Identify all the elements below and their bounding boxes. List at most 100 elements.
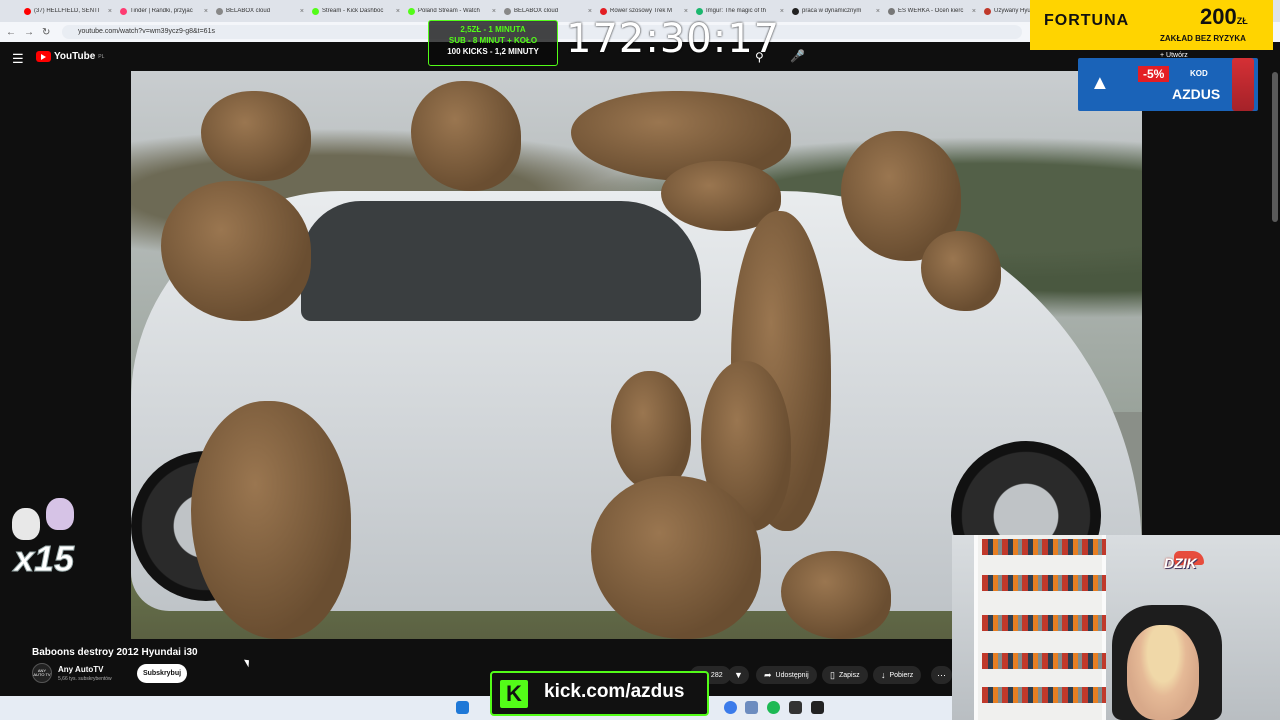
tab-title: Stream - Kick Dashboc	[322, 8, 384, 14]
spotify-taskbar-icon[interactable]	[767, 701, 780, 714]
bookmark-icon: ▯	[830, 669, 835, 680]
tab-close-icon[interactable]: ×	[396, 8, 400, 15]
thumbs-down-icon: ▼	[734, 670, 743, 680]
fortuna-subtitle: ZAKŁAD BEZ RYZYKA	[1160, 34, 1246, 43]
webcam-streamer	[1127, 625, 1199, 720]
kick-url: kick.com/azdus	[544, 681, 685, 702]
more-actions-button[interactable]: ⋯	[931, 666, 952, 684]
browser-tab[interactable]: Tinder | Randki, przyjac ×	[116, 0, 212, 22]
browser-tab[interactable]: BELABOX cloud ×	[212, 0, 308, 22]
subgoal-line-1: 2,5ZŁ - 1 MINUTA	[460, 25, 526, 34]
browser-tab[interactable]: praca w dynamicznym ×	[788, 0, 884, 22]
tab-title: BELABOX cloud	[514, 8, 559, 14]
cats-emote	[12, 498, 82, 540]
channel-name[interactable]: Any AutoTV	[58, 665, 103, 674]
tab-close-icon[interactable]: ×	[684, 8, 688, 15]
tab-title: ES WERKA - Oceń kierc	[898, 8, 964, 14]
tab-title: Rower szosowy Trek M	[610, 8, 673, 14]
fortuna-amount: 200ZŁ	[1200, 4, 1248, 30]
tab-favicon-icon	[984, 7, 991, 15]
tab-favicon-icon	[888, 7, 895, 15]
energy-drink-can-icon	[1232, 58, 1254, 111]
subgoal-overlay: 2,5ZŁ - 1 MINUTA SUB - 8 MINUT + KOŁO 10…	[428, 20, 558, 66]
browser-tab[interactable]: Poland Stream - Watch ×	[404, 0, 500, 22]
fortuna-ad-banner: FORTUNA 200ZŁ ZAKŁAD BEZ RYZYKA	[1030, 0, 1273, 50]
subgoal-line-3: 100 KICKS - 1,2 MINUTY	[447, 47, 539, 56]
discount-code-banner: ▲ -5% KOD AZDUS	[1078, 58, 1258, 111]
dislike-button[interactable]: ▼	[728, 666, 749, 684]
webcam-shelf	[974, 535, 1106, 720]
tab-favicon-icon	[120, 7, 127, 15]
share-label: Udostępnij	[775, 671, 809, 679]
back-arrow-icon[interactable]: ←	[6, 27, 16, 38]
channel-subscribers: 5,66 tys. subskrybentów	[58, 676, 112, 682]
subathon-timer: 172:30:17	[566, 16, 781, 62]
shelf-row	[982, 615, 1106, 631]
tab-close-icon[interactable]: ×	[300, 8, 304, 15]
download-button[interactable]: ↓ Pobierz	[873, 666, 922, 684]
video-car-window	[301, 201, 701, 321]
forward-arrow-icon[interactable]: →	[24, 27, 34, 38]
fortuna-currency: ZŁ	[1236, 16, 1248, 26]
tab-favicon-icon	[24, 7, 31, 15]
tab-title: BELABOX cloud	[226, 8, 271, 14]
microphone-icon[interactable]: 🎤	[790, 49, 805, 63]
discount-percent: -5%	[1138, 66, 1170, 82]
browser-tab[interactable]: (37) HELLFIELD, SENTI ×	[20, 0, 116, 22]
download-label: Pobierz	[889, 671, 914, 679]
tab-close-icon[interactable]: ×	[588, 8, 592, 15]
subscribe-button[interactable]: Subskrybuj	[137, 664, 187, 683]
channel-avatar[interactable]: ANY AUTO TV	[32, 663, 52, 683]
tab-favicon-icon	[312, 7, 319, 15]
tab-favicon-icon	[792, 7, 799, 15]
tab-close-icon[interactable]: ×	[108, 8, 112, 15]
menu-icon[interactable]: ☰	[12, 51, 24, 67]
explorer-taskbar-icon[interactable]	[745, 701, 758, 714]
terminal-taskbar-icon[interactable]	[789, 701, 802, 714]
discount-code: AZDUS	[1172, 86, 1221, 102]
kick-logo-icon: K	[500, 680, 528, 708]
browser-tab[interactable]: ES WERKA - Oceń kierc ×	[884, 0, 980, 22]
cat-emote-icon	[46, 498, 74, 530]
tab-close-icon[interactable]: ×	[204, 8, 208, 15]
youtube-logo-text: YouTube	[54, 51, 96, 62]
dzik-logo-text: DZIK	[1164, 555, 1197, 571]
youtube-play-icon	[36, 51, 51, 62]
scrollbar[interactable]	[1272, 72, 1278, 222]
tab-favicon-icon	[600, 7, 607, 15]
tab-favicon-icon	[696, 7, 703, 15]
bull-icon: ▲	[1090, 72, 1110, 94]
cat-emote-icon	[12, 508, 40, 540]
tab-title: Tinder | Randki, przyjac	[130, 8, 193, 14]
tab-close-icon[interactable]: ×	[780, 8, 784, 15]
browser-tab[interactable]: Stream - Kick Dashboc ×	[308, 0, 404, 22]
youtube-logo[interactable]: YouTube PL	[36, 51, 104, 62]
obs-taskbar-icon[interactable]	[811, 701, 824, 714]
save-label: Zapisz	[838, 671, 860, 679]
shelf-row	[982, 687, 1106, 703]
shelf-row	[982, 539, 1106, 555]
tab-title: praca w dynamicznym	[802, 8, 862, 14]
reload-icon[interactable]: ↻	[42, 27, 50, 38]
fortuna-brand: FORTUNA	[1044, 12, 1130, 29]
like-count: 282	[710, 671, 723, 679]
kick-url-banner: K kick.com/azdus	[490, 671, 709, 716]
multiplier-label: x15	[13, 538, 75, 580]
tab-favicon-icon	[504, 7, 511, 15]
tab-close-icon[interactable]: ×	[876, 8, 880, 15]
windows-start-icon[interactable]	[456, 701, 469, 714]
tab-title: Imgur: The magic of th	[706, 8, 766, 14]
fortuna-amount-value: 200	[1200, 4, 1237, 29]
more-icon: ⋯	[937, 669, 946, 680]
discount-kod-label: KOD	[1190, 69, 1208, 78]
tab-title: Poland Stream - Watch	[418, 8, 480, 14]
save-button[interactable]: ▯ Zapisz	[822, 666, 868, 684]
tab-favicon-icon	[408, 7, 415, 15]
chrome-taskbar-icon[interactable]	[724, 701, 737, 714]
tab-close-icon[interactable]: ×	[972, 8, 976, 15]
shelf-row	[982, 653, 1106, 669]
share-icon: ➦	[764, 669, 772, 680]
share-button[interactable]: ➦ Udostępnij	[756, 666, 817, 684]
shelf-row	[982, 575, 1106, 591]
tab-close-icon[interactable]: ×	[492, 8, 496, 15]
